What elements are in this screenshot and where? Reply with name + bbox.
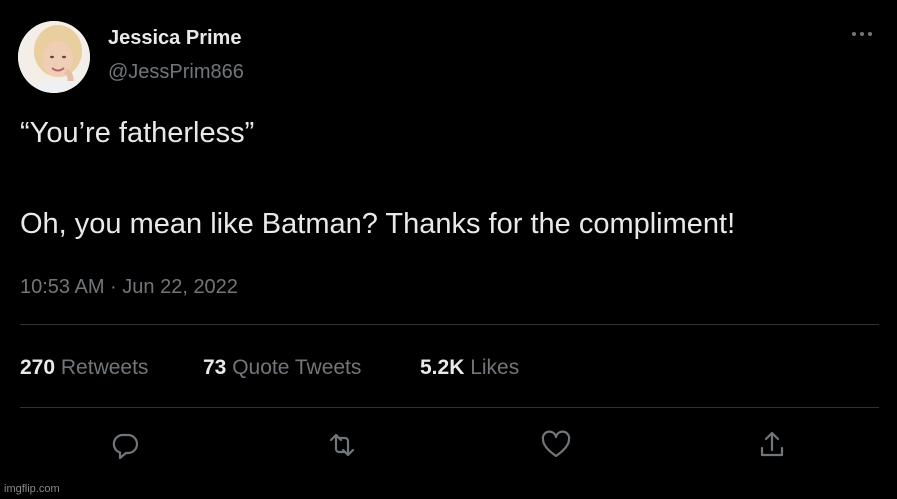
divider <box>20 324 879 325</box>
reply-icon[interactable] <box>107 427 143 463</box>
likes-stat[interactable]: 5.2K Likes <box>420 356 519 380</box>
author-handle[interactable]: @JessPrim866 <box>108 61 244 84</box>
heart-icon[interactable] <box>538 427 574 463</box>
retweets-count: 270 <box>20 356 56 379</box>
quote-tweets-count: 73 <box>203 356 227 379</box>
avatar[interactable] <box>18 21 90 93</box>
retweet-icon[interactable] <box>324 427 360 463</box>
divider <box>20 407 879 408</box>
retweets-label: Retweets <box>60 356 149 379</box>
likes-count: 5.2K <box>420 356 465 379</box>
tweet-card: Jessica Prime @JessPrim866 “You’re fathe… <box>0 0 897 499</box>
watermark: imgflip.com <box>4 483 60 495</box>
author-name[interactable]: Jessica Prime <box>108 27 241 50</box>
share-icon[interactable] <box>754 427 790 463</box>
retweets-stat[interactable]: 270 Retweets <box>20 356 148 380</box>
avatar-photo <box>18 21 90 93</box>
quote-tweets-label: Quote Tweets <box>232 356 362 379</box>
more-horizontal-icon[interactable] <box>846 24 880 44</box>
quote-tweets-stat[interactable]: 73 Quote Tweets <box>203 356 361 380</box>
tweet-text-line-2: Oh, you mean like Batman? Thanks for the… <box>20 208 736 240</box>
tweet-text-line-1: “You’re fatherless” <box>20 117 255 149</box>
tweet-timestamp[interactable]: 10:53 AM · Jun 22, 2022 <box>20 276 238 299</box>
likes-label: Likes <box>470 356 520 379</box>
